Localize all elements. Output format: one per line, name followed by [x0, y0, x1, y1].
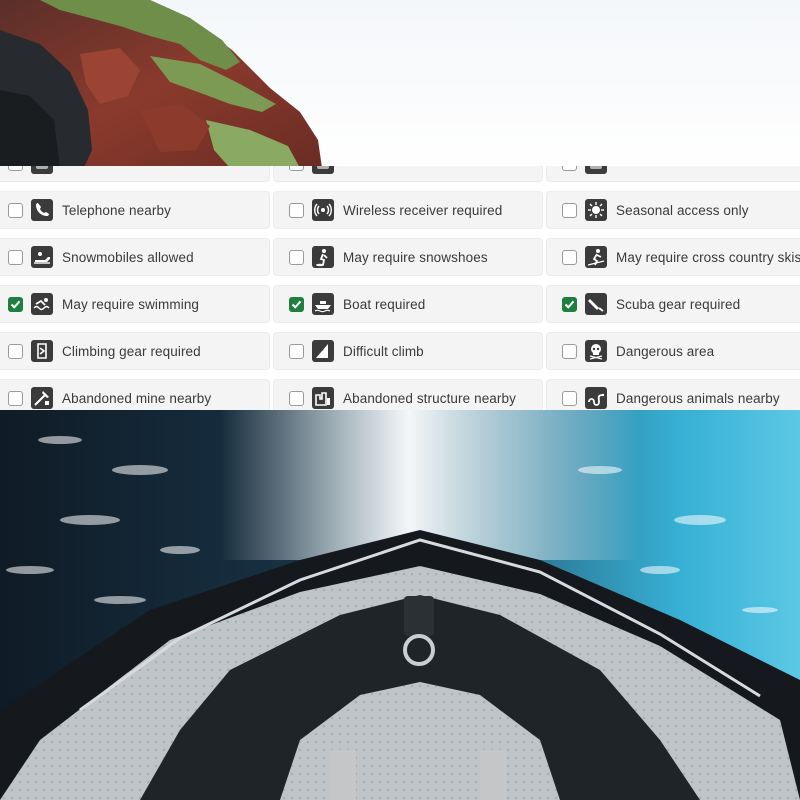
attributes-panel: Telephone nearby Wireless receiver requir…: [0, 166, 800, 410]
structure-icon: [312, 387, 334, 409]
attribute-label: Seasonal access only: [616, 202, 749, 218]
partial-icon: [585, 166, 607, 174]
attribute-item[interactable]: May require cross country skis: [546, 238, 800, 276]
snake-icon: [585, 387, 607, 409]
snowshoes-icon: [312, 246, 334, 268]
attribute-item[interactable]: Wireless receiver required: [273, 191, 543, 229]
attribute-item[interactable]: Snowmobiles allowed: [0, 238, 270, 276]
attribute-label: May require snowshoes: [343, 249, 488, 265]
partial-icon: [31, 166, 53, 174]
attribute-item[interactable]: May require swimming: [0, 285, 270, 323]
checkbox[interactable]: [562, 390, 577, 406]
attribute-label: Dangerous animals nearby: [616, 390, 780, 406]
checkbox-checked[interactable]: [8, 296, 23, 312]
attribute-item[interactable]: Abandoned mine nearby: [0, 379, 270, 410]
boat-photo: [0, 410, 800, 800]
attribute-item[interactable]: Dangerous animals nearby: [546, 379, 800, 410]
attribute-item[interactable]: Boat required: [273, 285, 543, 323]
checkbox[interactable]: [289, 343, 304, 359]
skull-icon: [585, 340, 607, 362]
checkbox[interactable]: [289, 390, 304, 406]
attribute-item[interactable]: Seasonal access only: [546, 191, 800, 229]
attribute-label: Dangerous area: [616, 343, 715, 359]
attribute-item[interactable]: Abandoned structure nearby: [273, 379, 543, 410]
attribute-label: Abandoned mine nearby: [62, 390, 212, 406]
attribute-label: Boat required: [343, 296, 426, 312]
boat-icon: [312, 293, 334, 315]
checkbox[interactable]: [8, 166, 23, 171]
attribute-item[interactable]: Scuba gear required: [546, 285, 800, 323]
checkbox[interactable]: [289, 202, 304, 218]
climbing-gear-icon: [31, 340, 53, 362]
checkbox-checked[interactable]: [289, 296, 304, 312]
attribute-item[interactable]: Difficult climb: [273, 332, 543, 370]
checkbox-checked[interactable]: [562, 296, 577, 312]
scuba-icon: [585, 293, 607, 315]
checkbox[interactable]: [562, 249, 577, 265]
attribute-label: Climbing gear required: [62, 343, 201, 359]
wireless-icon: [312, 199, 334, 221]
attribute-item[interactable]: [273, 166, 543, 182]
seasonal-icon: [585, 199, 607, 221]
attribute-label: Wireless receiver required: [343, 202, 503, 218]
attribute-label: May require cross country skis: [616, 249, 800, 265]
attribute-item[interactable]: Telephone nearby: [0, 191, 270, 229]
attribute-item[interactable]: [546, 166, 800, 182]
attribute-label: Telephone nearby: [62, 202, 171, 218]
cliff-photo: [0, 0, 800, 168]
snowmobile-icon: [31, 246, 53, 268]
telephone-icon: [31, 199, 53, 221]
attributes-grid: Telephone nearby Wireless receiver requir…: [0, 166, 800, 410]
checkbox[interactable]: [562, 202, 577, 218]
checkbox[interactable]: [562, 166, 577, 171]
checkbox[interactable]: [289, 166, 304, 171]
difficult-climb-icon: [312, 340, 334, 362]
checkbox[interactable]: [8, 202, 23, 218]
partial-icon: [312, 166, 334, 174]
attribute-label: Abandoned structure nearby: [343, 390, 516, 406]
checkbox[interactable]: [8, 249, 23, 265]
attribute-item[interactable]: Dangerous area: [546, 332, 800, 370]
checkbox[interactable]: [8, 390, 23, 406]
attribute-label: Snowmobiles allowed: [62, 249, 194, 265]
checkbox[interactable]: [8, 343, 23, 359]
attribute-label: May require swimming: [62, 296, 200, 312]
checkbox[interactable]: [289, 249, 304, 265]
attribute-label: Difficult climb: [343, 343, 424, 359]
swimming-icon: [31, 293, 53, 315]
attribute-item[interactable]: May require snowshoes: [273, 238, 543, 276]
cross-country-skis-icon: [585, 246, 607, 268]
checkbox[interactable]: [562, 343, 577, 359]
attribute-label: Scuba gear required: [616, 296, 741, 312]
mine-icon: [31, 387, 53, 409]
attribute-item[interactable]: Climbing gear required: [0, 332, 270, 370]
attribute-item[interactable]: [0, 166, 270, 182]
